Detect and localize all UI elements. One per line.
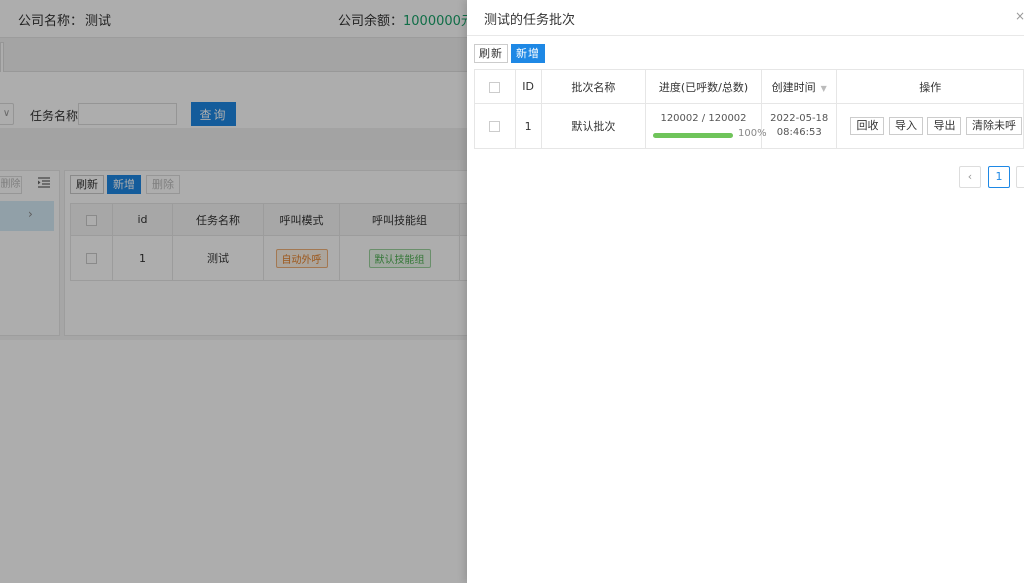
created-time: 08:46:53	[776, 127, 822, 138]
column-header-progress[interactable]: 进度(已呼数/总数)	[645, 69, 762, 104]
column-header-id[interactable]: ID	[514, 69, 542, 104]
progress-fill	[653, 132, 733, 138]
row-select-cell[interactable]	[474, 103, 516, 149]
row-id: 1	[514, 103, 542, 149]
progress-track	[653, 132, 733, 138]
created-time-label: 创建时间	[771, 80, 816, 94]
close-icon[interactable]: ×	[1015, 9, 1024, 23]
row-actions-cell: 回收 导入 导出 清除未呼	[836, 103, 1024, 149]
drawer-header: 测试的任务批次 ×	[467, 0, 1024, 36]
next-page-button[interactable]	[1016, 166, 1024, 188]
row-batch-name: 默认批次	[540, 103, 647, 149]
import-button[interactable]: 导入	[888, 117, 923, 135]
select-all-cell[interactable]	[474, 69, 516, 104]
sort-down-icon[interactable]: ▼	[821, 84, 827, 93]
column-header-actions: 操作	[836, 69, 1024, 104]
prev-page-button[interactable]: ‹	[959, 166, 981, 188]
row-checkbox[interactable]	[489, 121, 501, 132]
batch-drawer: 测试的任务批次 × 刷新 新增 ID 批次名称 进度(已呼数/总数) 创建时间 ▼…	[467, 0, 1024, 583]
table-row[interactable]: 1 默认批次 120002 / 120002 100% 2022-05-18 0…	[474, 103, 1024, 149]
progress-percent: 100%	[738, 127, 767, 139]
clear-uncalled-button[interactable]: 清除未呼	[965, 117, 1022, 135]
export-button[interactable]: 导出	[927, 117, 962, 135]
recycle-button[interactable]: 回收	[850, 117, 885, 135]
column-header-batch-name[interactable]: 批次名称	[540, 69, 647, 104]
table-header-row: ID 批次名称 进度(已呼数/总数) 创建时间 ▼ 操作	[474, 69, 1024, 104]
select-all-checkbox[interactable]	[489, 81, 501, 93]
progress-bar-row: 100%	[646, 126, 767, 142]
drawer-title: 测试的任务批次	[484, 13, 576, 28]
row-created-time-cell: 2022-05-18 08:46:53	[760, 103, 838, 149]
column-header-created-time[interactable]: 创建时间 ▼	[760, 69, 838, 104]
batch-table: ID 批次名称 进度(已呼数/总数) 创建时间 ▼ 操作 1 默认批次 12000…	[474, 69, 1024, 149]
page-1-button[interactable]: 1	[988, 166, 1010, 188]
progress-text: 120002 / 120002	[660, 112, 747, 124]
row-progress-cell: 120002 / 120002 100%	[645, 103, 767, 149]
created-date: 2022-05-18	[770, 113, 829, 124]
drawer-refresh-button[interactable]: 刷新	[474, 44, 508, 63]
drawer-add-button[interactable]: 新增	[511, 44, 545, 63]
